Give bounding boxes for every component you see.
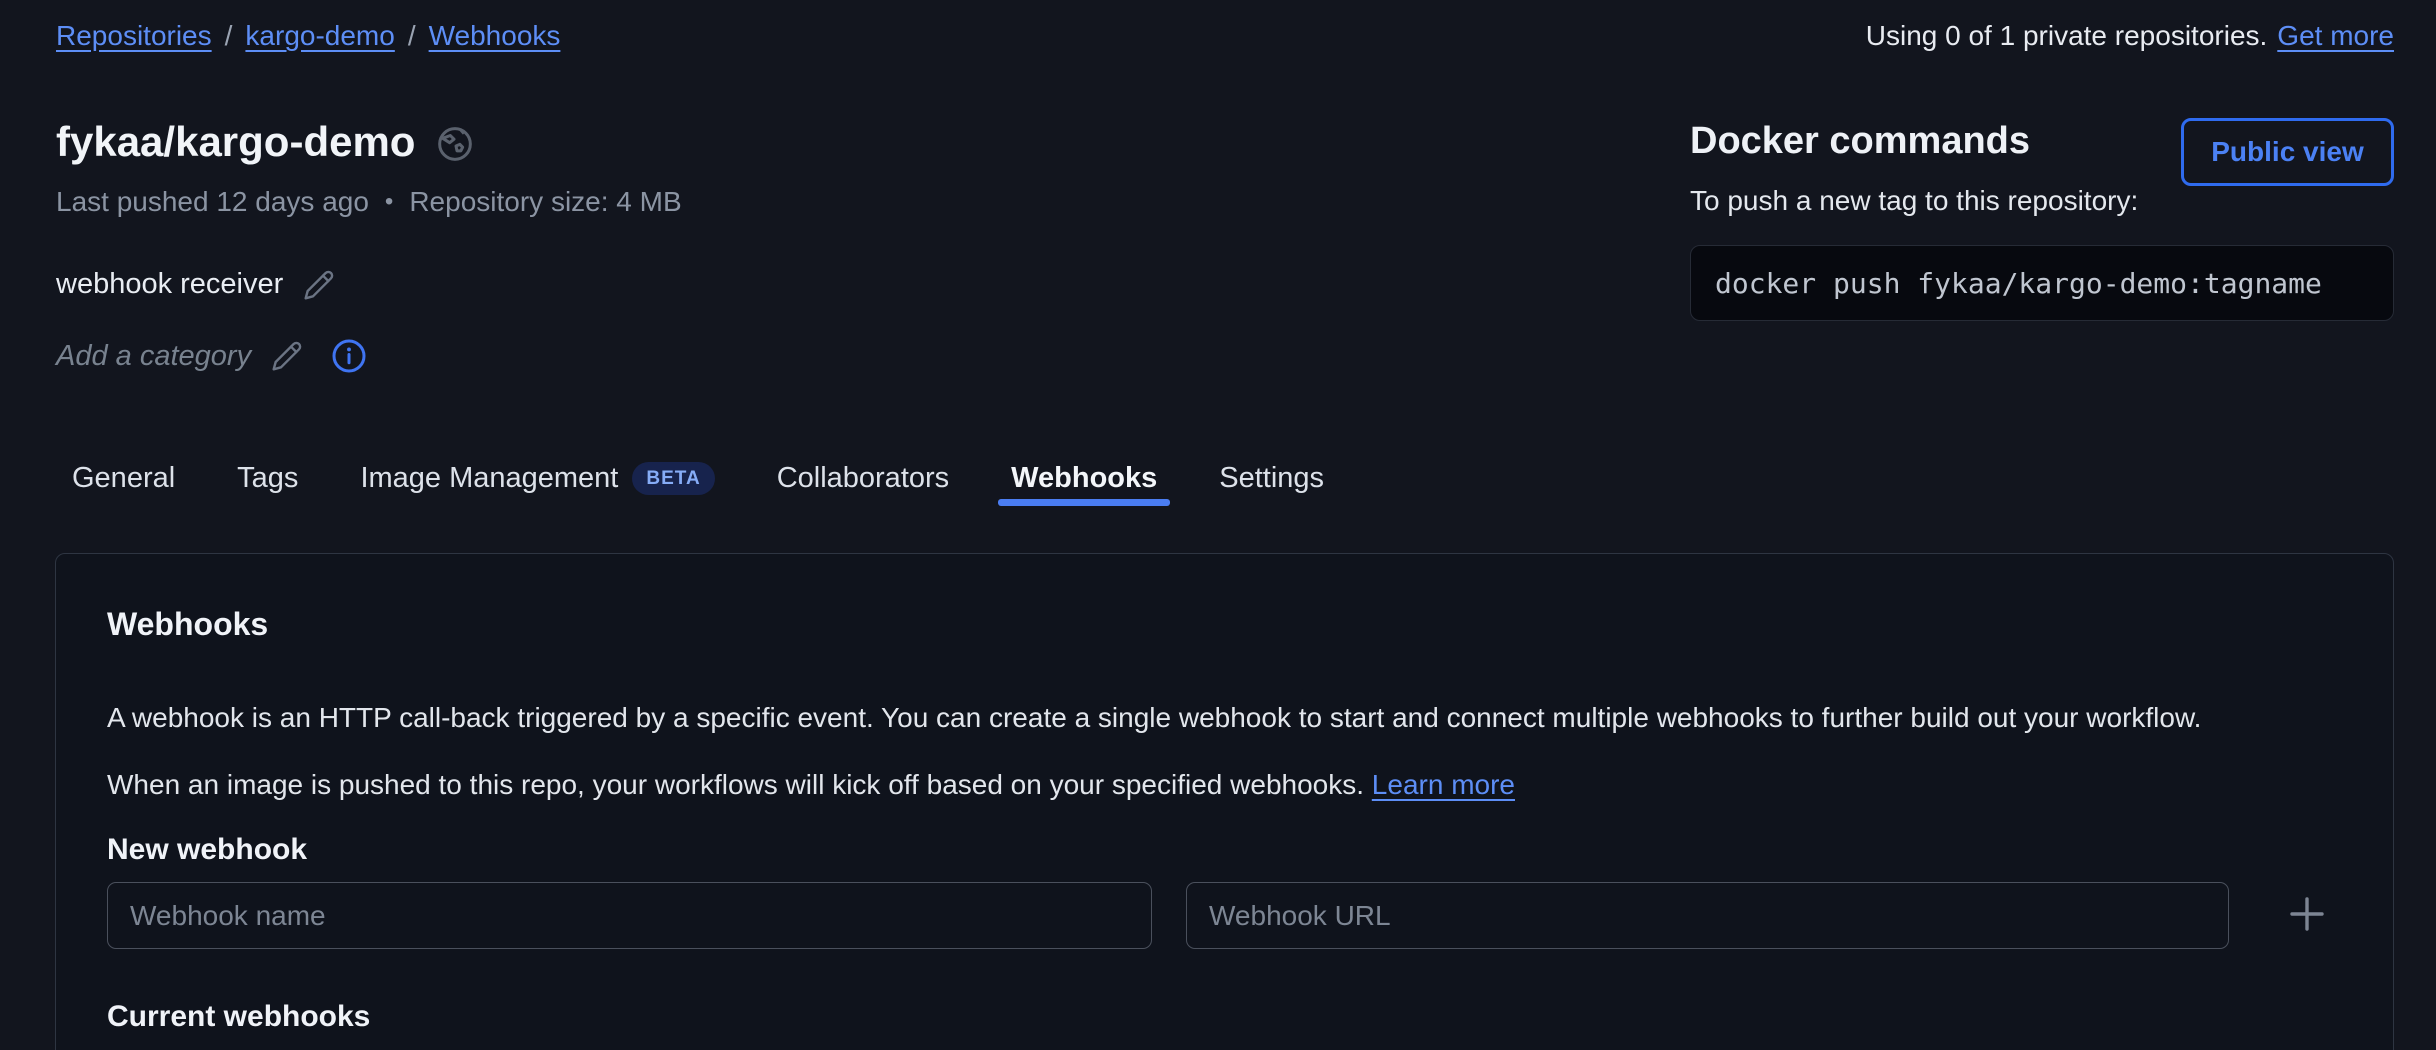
globe-public-icon (435, 124, 475, 164)
meta-separator: • (385, 188, 393, 216)
get-more-link[interactable]: Get more (2277, 20, 2394, 51)
repo-description: webhook receiver (56, 268, 283, 301)
usage-text: Using 0 of 1 private repositories. (1866, 20, 2268, 51)
breadcrumb-separator: / (408, 20, 416, 51)
tab-collaborators[interactable]: Collaborators (762, 452, 964, 504)
repo-size-text: Repository size: 4 MB (409, 186, 681, 218)
webhook-url-input[interactable] (1186, 882, 2229, 949)
webhooks-description-line1: A webhook is an HTTP call-back triggered… (107, 702, 2201, 734)
tab-image-management[interactable]: Image Management BETA (345, 452, 729, 504)
repo-title: fykaa/kargo-demo (56, 118, 415, 166)
docker-push-command: docker push fykaa/kargo-demo:tagname (1715, 267, 2322, 300)
page: Repositories / kargo-demo / Webhooks Using 0… (0, 0, 2436, 1050)
repo-category-row: Add a category (56, 338, 367, 374)
tab-label: Webhooks (1011, 462, 1157, 495)
repo-description-row: webhook receiver (56, 268, 335, 301)
add-category-text[interactable]: Add a category (56, 340, 251, 373)
add-webhook-button[interactable] (2281, 890, 2333, 942)
category-info-icon[interactable] (331, 338, 367, 374)
private-repo-usage: Using 0 of 1 private repositories. Get mo… (1866, 18, 2394, 54)
tab-general[interactable]: General (57, 452, 190, 504)
new-webhook-title: New webhook (107, 833, 307, 867)
breadcrumb-link-repositories[interactable]: Repositories (56, 20, 212, 51)
plus-icon (2283, 890, 2331, 941)
docker-commands-subtitle: To push a new tag to this repository: (1690, 185, 2394, 217)
tab-label: Tags (237, 462, 298, 495)
webhooks-panel: Webhooks A webhook is an HTTP call-back … (55, 553, 2394, 1050)
learn-more-link[interactable]: Learn more (1372, 769, 1515, 800)
docker-commands-section: Docker commands Public view To push a ne… (1690, 120, 2394, 321)
breadcrumb-link-repo[interactable]: kargo-demo (245, 20, 394, 51)
tab-label: Image Management (360, 462, 618, 495)
repo-title-row: fykaa/kargo-demo (56, 118, 475, 166)
last-pushed-text: Last pushed 12 days ago (56, 186, 369, 218)
tab-settings[interactable]: Settings (1204, 452, 1339, 504)
beta-badge: BETA (632, 462, 714, 495)
webhooks-panel-title: Webhooks (107, 606, 268, 643)
tab-label: Settings (1219, 462, 1324, 495)
new-webhook-form (107, 882, 2333, 949)
docker-push-command-block: docker push fykaa/kargo-demo:tagname (1690, 245, 2394, 321)
webhooks-description-line2-text: When an image is pushed to this repo, yo… (107, 769, 1364, 800)
repo-tabs: General Tags Image Management BETA Colla… (57, 452, 1339, 504)
webhook-name-input[interactable] (107, 882, 1152, 949)
webhooks-description-line2: When an image is pushed to this repo, yo… (107, 769, 1515, 801)
edit-category-pencil-icon[interactable] (271, 340, 303, 372)
tab-label: Collaborators (777, 462, 949, 495)
breadcrumb: Repositories / kargo-demo / Webhooks (56, 18, 560, 54)
tab-webhooks[interactable]: Webhooks (996, 452, 1172, 504)
tab-tags[interactable]: Tags (222, 452, 313, 504)
public-view-button[interactable]: Public view (2181, 118, 2394, 186)
tab-label: General (72, 462, 175, 495)
repo-meta: Last pushed 12 days ago • Repository siz… (56, 186, 682, 218)
current-webhooks-title: Current webhooks (107, 1000, 370, 1034)
breadcrumb-separator: / (225, 20, 233, 51)
edit-description-pencil-icon[interactable] (303, 269, 335, 301)
breadcrumb-link-webhooks[interactable]: Webhooks (429, 20, 561, 51)
